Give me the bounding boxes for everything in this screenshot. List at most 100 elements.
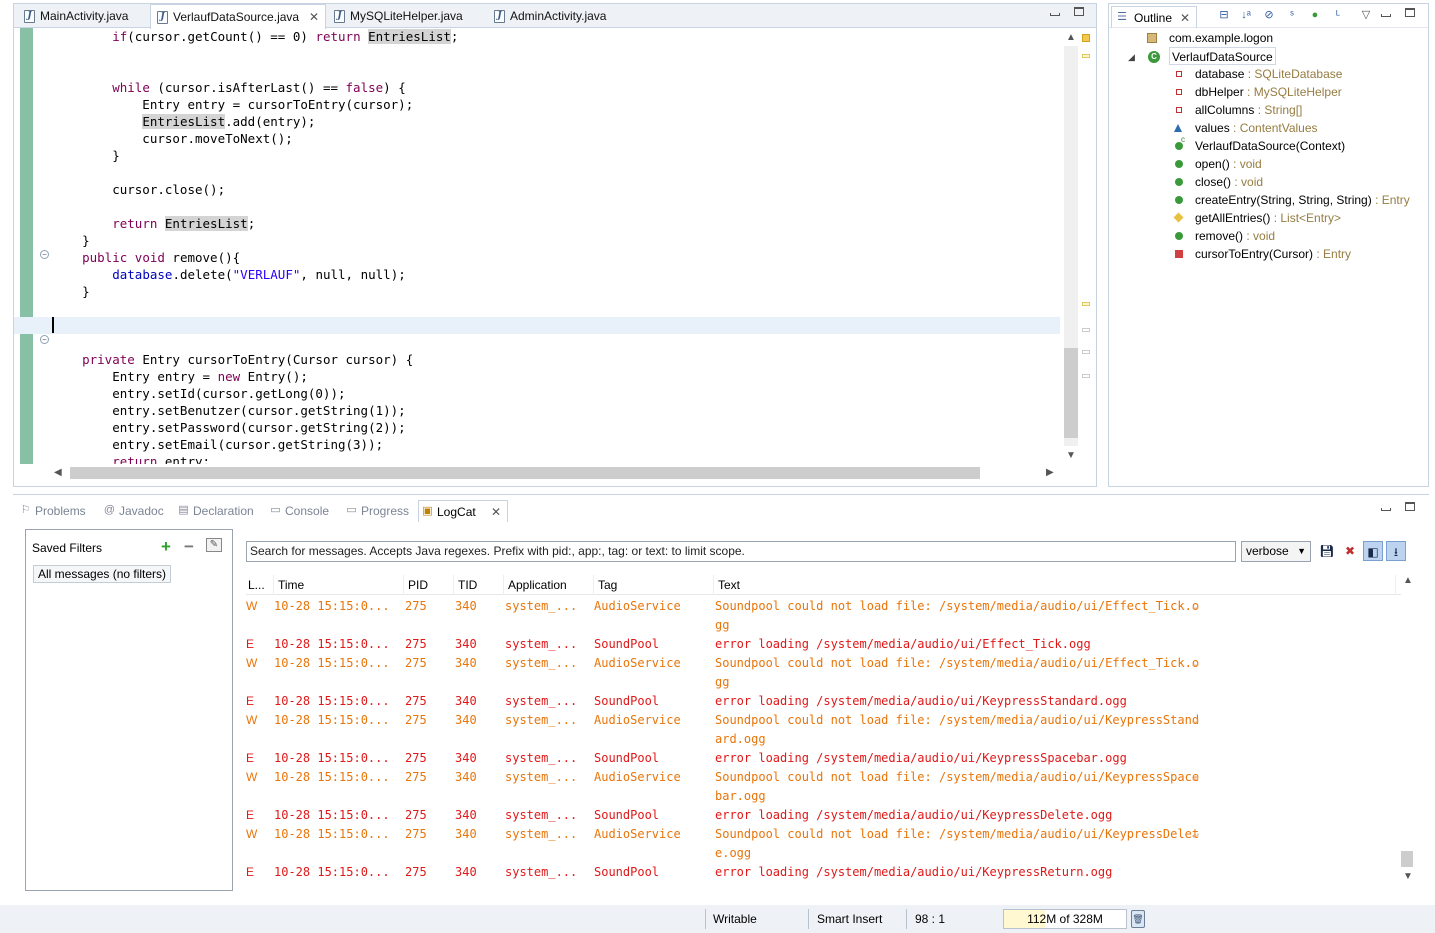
log-level-select[interactable]: verbose ▼ <box>1241 541 1311 562</box>
column-header[interactable]: TID <box>456 575 504 595</box>
add-filter-icon[interactable]: + <box>161 538 171 555</box>
tab-outline[interactable]: ☰ Outline ✕ <box>1111 6 1198 29</box>
code-line[interactable] <box>52 198 1052 215</box>
overview-marker-icon[interactable] <box>1082 350 1090 354</box>
code-line[interactable]: } <box>52 147 1052 164</box>
code-line[interactable] <box>52 300 1052 317</box>
scroll-thumb[interactable] <box>1401 851 1413 867</box>
logcat-vertical-scrollbar[interactable]: ▲ ▼ <box>1399 575 1415 887</box>
log-row[interactable]: E 10-28 15:15:0... 275 340 system_... SoundPo… <box>246 806 1401 825</box>
outline-member[interactable]: createEntry(String, String, String) : En… <box>1175 191 1410 209</box>
code-line[interactable] <box>14 317 1060 334</box>
column-header[interactable]: L... <box>246 575 274 595</box>
code-line[interactable]: while (cursor.isAfterLast() == false) { <box>52 79 1052 96</box>
code-line[interactable]: public void remove(){ <box>52 249 1052 266</box>
minimize-icon[interactable] <box>1381 14 1391 17</box>
hide-local-types-icon[interactable]: ᴸ <box>1331 8 1345 22</box>
code-line[interactable]: Entry entry = new Entry(); <box>52 368 1052 385</box>
tab-mainactivity[interactable]: J MainActivity.java <box>18 4 146 28</box>
outline-member[interactable]: cursorToEntry(Cursor) : Entry <box>1175 245 1351 263</box>
scroll-down-icon[interactable]: ▼ <box>1403 871 1413 882</box>
log-row[interactable]: E 10-28 15:15:0... 275 340 system_... SoundPo… <box>246 692 1401 711</box>
overview-marker-icon[interactable] <box>1082 374 1090 378</box>
code-line[interactable]: cursor.moveToNext(); <box>52 130 1052 147</box>
code-line[interactable]: entry.setId(cursor.getLong(0)); <box>52 385 1052 402</box>
column-header[interactable]: Application <box>506 575 594 595</box>
column-header[interactable]: Text <box>716 575 1396 595</box>
code-line[interactable]: return EntriesList; <box>52 215 1052 232</box>
code-line[interactable]: cursor.close(); <box>52 181 1052 198</box>
tab-logcat[interactable]: ▣ LogCat ✕ <box>418 500 508 522</box>
outline-package[interactable]: com.example.logon <box>1147 29 1273 47</box>
logcat-messages[interactable]: W 10-28 15:15:0... 275 340 system_... AudioSe… <box>246 597 1401 887</box>
scroll-up-icon[interactable]: ▲ <box>1403 575 1413 586</box>
tab-javadoc[interactable]: @ Javadoc <box>101 500 164 522</box>
sort-icon[interactable]: ↓ᵃ <box>1239 8 1253 22</box>
view-menu-icon[interactable]: ▽ <box>1359 8 1373 22</box>
edit-filter-icon[interactable]: ✎ <box>206 538 222 552</box>
overview-marker-icon[interactable] <box>1082 34 1090 42</box>
save-log-icon[interactable]: 💾︎ <box>1317 541 1337 561</box>
code-line[interactable]: Entry entry = cursorToEntry(cursor); <box>52 96 1052 113</box>
outline-class[interactable]: ◢ C VerlaufDataSource <box>1128 47 1276 65</box>
minimize-icon[interactable] <box>1050 13 1060 16</box>
column-header[interactable]: Tag <box>596 575 714 595</box>
hide-static-icon[interactable]: ˢ <box>1285 8 1299 22</box>
log-row[interactable]: W 10-28 15:15:0... 275 340 system_... AudioSe… <box>246 825 1401 844</box>
scroll-thumb[interactable] <box>70 467 980 479</box>
clear-log-icon[interactable]: ✖ <box>1340 541 1360 561</box>
log-row[interactable]: E 10-28 15:15:0... 275 340 system_... SoundPo… <box>246 863 1401 882</box>
expand-triangle-icon[interactable]: ◢ <box>1128 48 1135 66</box>
editor-vertical-scrollbar[interactable]: ▲ ▼ <box>1060 28 1096 464</box>
outline-member[interactable]: remove() : void <box>1175 227 1275 245</box>
tab-console[interactable]: ▭ Console <box>267 500 329 522</box>
outline-member[interactable]: values : ContentValues <box>1174 119 1318 137</box>
collapse-all-icon[interactable]: ⊟ <box>1217 8 1231 22</box>
code-line[interactable]: return entry; <box>52 453 1052 464</box>
code-line[interactable]: entry.setPassword(cursor.getString(2)); <box>52 419 1052 436</box>
outline-member[interactable]: dbHelper : MySQLiteHelper <box>1176 83 1342 101</box>
code-line[interactable] <box>52 334 1052 351</box>
remove-filter-icon[interactable]: − <box>184 538 194 555</box>
code-line[interactable]: } <box>52 283 1052 300</box>
tab-mysqlitehelper[interactable]: J MySQLiteHelper.java <box>328 4 474 28</box>
outline-member[interactable]: database : SQLiteDatabase <box>1176 65 1342 83</box>
maximize-icon[interactable] <box>1405 502 1415 511</box>
log-row[interactable]: W 10-28 15:15:0... 275 340 system_... AudioSe… <box>246 711 1401 730</box>
filter-all-messages[interactable]: All messages (no filters) <box>33 565 172 583</box>
code-line[interactable]: EntriesList.add(entry); <box>52 113 1052 130</box>
scroll-thumb[interactable] <box>1064 348 1078 438</box>
tab-progress[interactable]: ▭ Progress <box>343 500 409 522</box>
outline-member[interactable]: open() : void <box>1175 155 1262 173</box>
tab-problems[interactable]: ⚐ Problems <box>17 500 86 522</box>
code-line[interactable] <box>52 164 1052 181</box>
editor-horizontal-scrollbar[interactable]: ◀ ▶ <box>52 465 1062 481</box>
outline-member[interactable]: close() : void <box>1175 173 1263 191</box>
scroll-right-icon[interactable]: ▶ <box>1046 467 1054 478</box>
scroll-down-icon[interactable]: ▼ <box>1066 450 1076 461</box>
outline-member[interactable]: allColumns : String[] <box>1176 101 1302 119</box>
column-header[interactable]: Time <box>276 575 404 595</box>
logcat-search-input[interactable]: Search for messages. Accepts Java regexe… <box>246 541 1236 562</box>
toggle-filters-icon[interactable]: ◧ <box>1363 541 1383 561</box>
hide-fields-icon[interactable]: ⊘ <box>1262 8 1276 22</box>
maximize-icon[interactable] <box>1405 8 1415 17</box>
code-line[interactable]: database.delete("VERLAUF", null, null); <box>52 266 1052 283</box>
log-row[interactable]: E 10-28 15:15:0... 275 340 system_... SoundPo… <box>246 749 1401 768</box>
log-row[interactable]: W 10-28 15:15:0... 275 340 system_... AudioSe… <box>246 597 1401 616</box>
minimize-icon[interactable] <box>1381 508 1391 511</box>
fold-toggle-icon[interactable]: − <box>40 250 49 259</box>
maximize-icon[interactable] <box>1074 7 1084 16</box>
overview-marker-icon[interactable] <box>1082 328 1090 332</box>
close-tab-icon[interactable]: ✕ <box>1180 7 1190 29</box>
tab-declaration[interactable]: ▤ Declaration <box>175 500 253 522</box>
hide-non-public-icon[interactable]: ● <box>1308 8 1322 22</box>
code-line[interactable]: if(cursor.getCount() == 0) return Entrie… <box>52 28 1052 45</box>
code-line[interactable]: } <box>52 232 1052 249</box>
code-line[interactable]: entry.setEmail(cursor.getString(3)); <box>52 436 1052 453</box>
column-header[interactable]: PID <box>406 575 454 595</box>
scroll-left-icon[interactable]: ◀ <box>54 467 62 478</box>
close-tab-icon[interactable]: ✕ <box>309 5 319 29</box>
code-text[interactable]: if(cursor.getCount() == 0) return Entrie… <box>14 28 1060 464</box>
scroll-up-icon[interactable]: ▲ <box>1066 32 1076 43</box>
